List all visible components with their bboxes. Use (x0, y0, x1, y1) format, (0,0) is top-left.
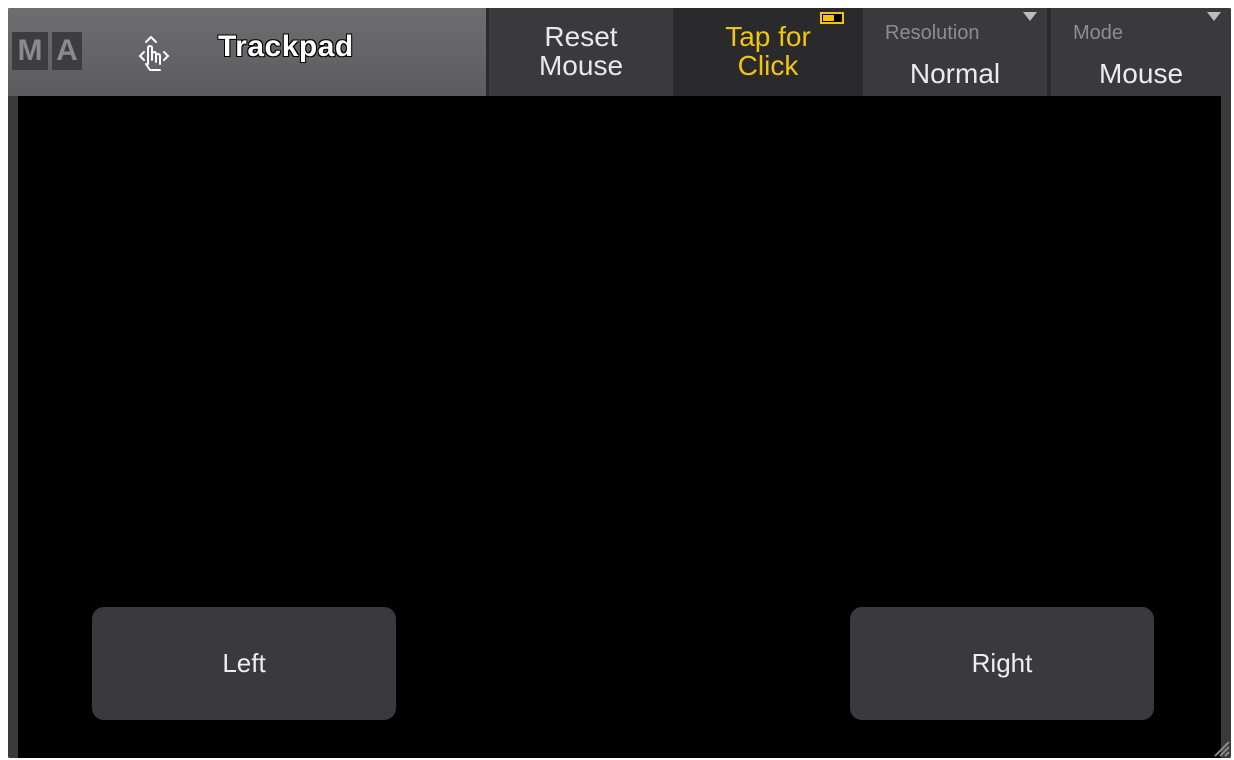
mode-dropdown[interactable]: Mode Mouse (1051, 8, 1231, 96)
reset-mouse-label-line1: Reset (544, 21, 618, 52)
resize-grip-icon[interactable] (1207, 734, 1231, 758)
right-click-button[interactable]: Right (850, 607, 1154, 720)
resolution-label: Resolution (885, 22, 980, 44)
mode-label: Mode (1073, 22, 1124, 44)
dropdown-arrow-icon (1023, 12, 1037, 21)
tap-for-click-toggle[interactable]: Tap for Click (676, 8, 860, 96)
reset-mouse-button[interactable]: Reset Mouse (489, 8, 673, 96)
window-border-right (1221, 96, 1231, 758)
ma-logo: M A (12, 32, 82, 72)
window-border-left (8, 96, 18, 758)
tap-for-click-label-line1: Tap for (725, 21, 811, 52)
trackpad-window: M A Trackpad Reset Mouse Tap for Click R… (8, 8, 1231, 758)
left-click-button[interactable]: Left (92, 607, 396, 720)
mode-value: Mouse (1098, 58, 1184, 89)
ma-logo-m: M (12, 32, 48, 70)
reset-mouse-label-line2: Mouse (538, 50, 624, 81)
tap-for-click-label-line2: Click (737, 50, 799, 81)
resolution-value: Normal (909, 58, 1001, 89)
window-title: Trackpad (218, 30, 354, 63)
title-bar: M A Trackpad Reset Mouse Tap for Click R… (8, 8, 1231, 96)
dropdown-arrow-icon (1207, 12, 1221, 21)
ma-logo-a: A (52, 32, 82, 70)
resolution-dropdown[interactable]: Resolution Normal (863, 8, 1047, 96)
trackpad-surface[interactable]: Left Right (18, 96, 1221, 758)
trackpad-gesture-icon (138, 35, 170, 71)
window-title-area[interactable]: M A Trackpad (8, 8, 486, 96)
